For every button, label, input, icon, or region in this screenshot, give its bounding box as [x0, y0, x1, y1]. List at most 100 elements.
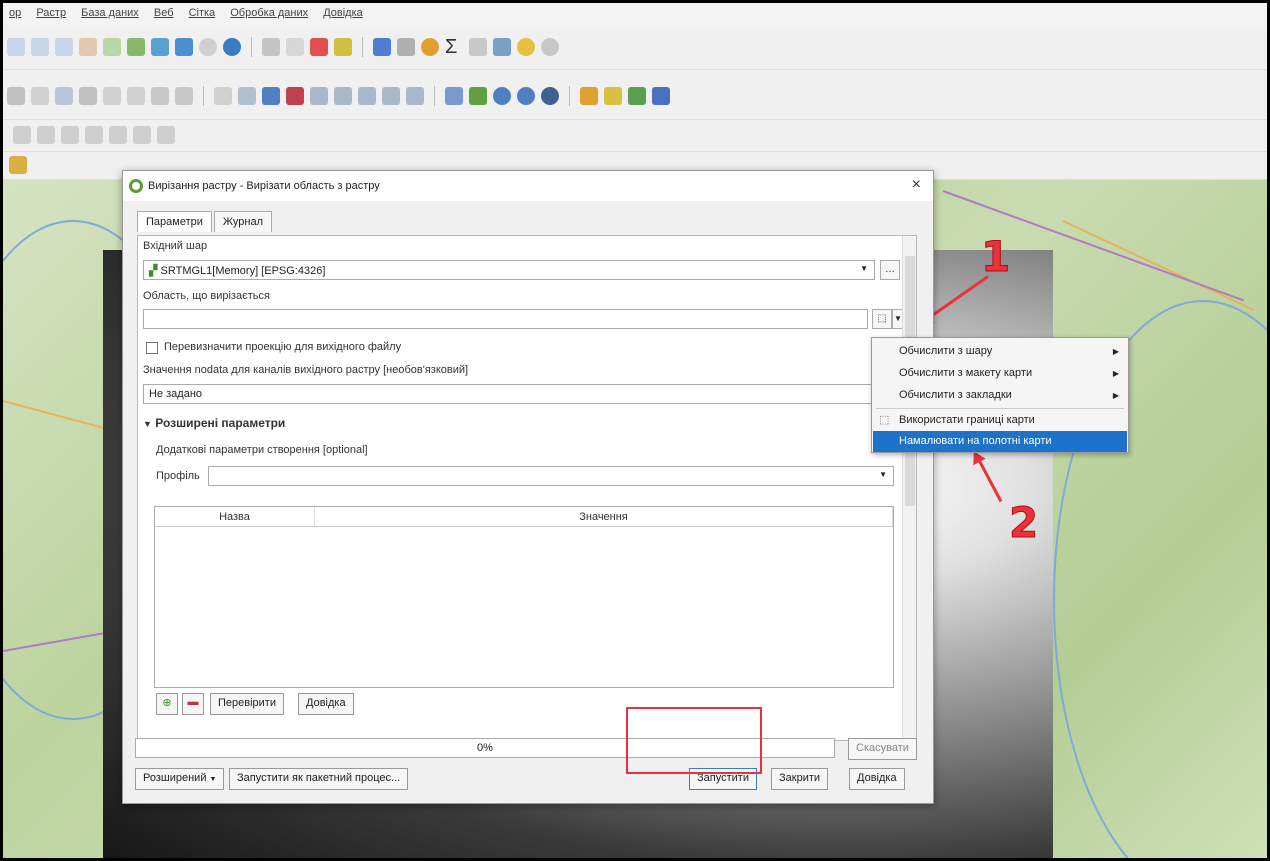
advanced-section-toggle[interactable]: ▼ Розширені параметри — [143, 416, 285, 430]
scale-icon[interactable] — [493, 38, 511, 56]
label-icon[interactable] — [214, 87, 232, 105]
menu-item-from-layer[interactable]: Обчислити з шару ▶ — [873, 341, 1127, 362]
close-button[interactable]: Закрити — [771, 768, 829, 790]
menu-mesh[interactable]: Сітка — [183, 3, 222, 19]
rotate-icon[interactable] — [157, 126, 175, 144]
tools-icon[interactable] — [9, 156, 27, 174]
label-move-icon[interactable] — [310, 87, 328, 105]
copy-icon[interactable] — [103, 87, 121, 105]
reshape-icon[interactable] — [85, 126, 103, 144]
select-value-icon[interactable] — [310, 38, 328, 56]
triangle-icon[interactable] — [469, 87, 487, 105]
digitize-icon[interactable] — [7, 87, 25, 105]
tab-parameters[interactable]: Параметри — [137, 211, 212, 232]
redo-icon[interactable] — [175, 87, 193, 105]
close-icon[interactable]: × — [912, 176, 921, 194]
label-show-icon[interactable] — [382, 87, 400, 105]
label-style-icon[interactable] — [238, 87, 256, 105]
pan-icon[interactable] — [7, 38, 25, 56]
zoom-native-icon[interactable] — [127, 38, 145, 56]
help-small-button[interactable]: Довідка — [298, 693, 354, 715]
profile-select[interactable]: ▼ — [208, 466, 894, 486]
cut-icon[interactable] — [79, 87, 97, 105]
menu-item-from-layout[interactable]: Обчислити з макету карти ▶ — [873, 363, 1127, 384]
sigma-icon[interactable]: Σ — [445, 37, 463, 57]
menu-help[interactable]: Довідка — [317, 3, 369, 19]
dialog-title: Вирізання растру - Вирізати область з ра… — [148, 180, 380, 192]
extent-canvas-button[interactable]: ⬚ — [872, 309, 892, 329]
measure-icon[interactable] — [469, 38, 487, 56]
batch-process-button[interactable]: Запустити як пакетний процес... — [229, 768, 409, 790]
zoom-layer-icon[interactable] — [79, 38, 97, 56]
cancel-button[interactable]: Скасувати — [848, 738, 917, 760]
identify-icon[interactable] — [373, 38, 391, 56]
add-row-button[interactable]: ⊕ — [156, 693, 178, 715]
tab-log[interactable]: Журнал — [213, 211, 273, 232]
label-hide-icon[interactable] — [406, 87, 424, 105]
menu-item-label: Обчислити з шару — [899, 345, 993, 357]
label-change-icon[interactable] — [358, 87, 376, 105]
simplify-icon[interactable] — [133, 126, 151, 144]
advanced-edit-icon[interactable] — [13, 126, 31, 144]
help-book-icon[interactable] — [652, 87, 670, 105]
qgis-logo-icon — [129, 179, 143, 193]
profile-icon[interactable] — [628, 87, 646, 105]
advanced-button[interactable]: Розширений ▼ — [135, 768, 225, 790]
input-layer-value: SRTMGL1[Memory] [EPSG:4326] — [160, 265, 326, 277]
remove-row-button[interactable]: ▬ — [182, 693, 204, 715]
plugin-icon[interactable] — [445, 87, 463, 105]
menu-item-label: Використати границі карти — [899, 414, 1035, 426]
clock-icon[interactable] — [199, 38, 217, 56]
select-icon[interactable] — [262, 38, 280, 56]
table-header: Назва Значення — [155, 507, 893, 527]
panel-scrollbar[interactable] — [902, 236, 916, 740]
extent-input[interactable] — [143, 309, 868, 329]
label-rotate-icon[interactable] — [334, 87, 352, 105]
label-abc-icon[interactable] — [286, 87, 304, 105]
search-icon[interactable] — [541, 38, 559, 56]
paste-icon[interactable] — [127, 87, 145, 105]
zoom-last-icon[interactable] — [151, 38, 169, 56]
zoom-in-icon[interactable] — [31, 38, 49, 56]
menu-item-draw-on-canvas[interactable]: Намалювати на полотні карти — [873, 431, 1127, 452]
override-projection-checkbox[interactable] — [146, 342, 158, 354]
map-plugin-icon[interactable] — [604, 87, 622, 105]
submenu-arrow-icon: ▶ — [1112, 369, 1119, 378]
help-button[interactable]: Довідка — [849, 768, 905, 790]
menu-processing[interactable]: Обробка даних — [224, 3, 314, 19]
zoom-out-icon[interactable] — [55, 38, 73, 56]
globe-zoom-icon[interactable] — [517, 87, 535, 105]
toolbar-navigation: Σ — [3, 25, 1267, 70]
split-icon[interactable] — [37, 126, 55, 144]
validate-button[interactable]: Перевірити — [210, 693, 284, 715]
nodata-input[interactable]: Не задано — [143, 384, 893, 404]
vertex-icon[interactable] — [31, 87, 49, 105]
merge-icon[interactable] — [61, 126, 79, 144]
zoom-next-icon[interactable] — [175, 38, 193, 56]
attribute-table-icon[interactable] — [397, 38, 415, 56]
settings-icon[interactable] — [421, 38, 439, 56]
label-pin-icon[interactable] — [262, 87, 280, 105]
zoom-selection-icon[interactable] — [103, 38, 121, 56]
globe-icon[interactable] — [493, 87, 511, 105]
refresh-icon[interactable] — [223, 38, 241, 56]
node-icon[interactable] — [55, 87, 73, 105]
select-location-icon[interactable] — [334, 38, 352, 56]
deselect-icon[interactable] — [286, 38, 304, 56]
menu-web[interactable]: Веб — [148, 3, 180, 19]
menu-item-use-canvas-extent[interactable]: ⬚ Використати границі карти — [873, 410, 1127, 431]
profile-label: Профіль — [156, 470, 200, 482]
menu-item[interactable]: ор — [3, 3, 27, 19]
python-icon[interactable] — [580, 87, 598, 105]
undo-icon[interactable] — [151, 87, 169, 105]
menu-item-from-bookmark[interactable]: Обчислити з закладки ▶ — [873, 385, 1127, 406]
triangle-down-icon: ▼ — [143, 419, 152, 429]
offset-icon[interactable] — [109, 126, 127, 144]
input-layer-select[interactable]: ▞ SRTMGL1[Memory] [EPSG:4326] ▼ — [143, 260, 875, 280]
raster-layer-icon: ▞ — [149, 265, 158, 277]
browse-button[interactable]: … — [880, 260, 900, 280]
menu-raster[interactable]: Растр — [30, 3, 72, 19]
globe-settings-icon[interactable] — [541, 87, 559, 105]
tips-icon[interactable] — [517, 38, 535, 56]
menu-database[interactable]: База даних — [75, 3, 145, 19]
